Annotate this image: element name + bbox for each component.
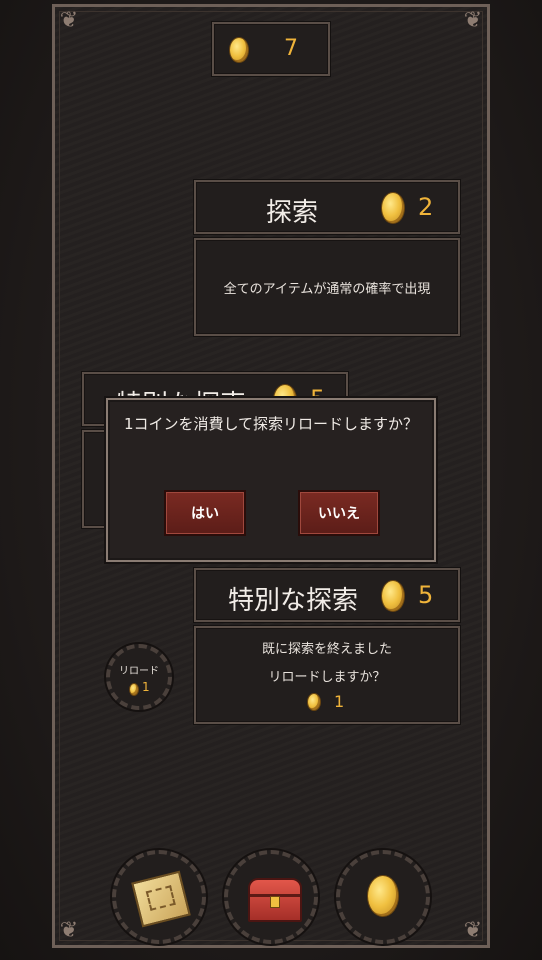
- corner-ornament-icon: ❦: [463, 8, 483, 33]
- corner-ornament-icon: ❦: [59, 918, 79, 943]
- coin-count: 7: [284, 36, 298, 61]
- map-scroll-icon: [131, 870, 191, 928]
- coin-icon: [382, 581, 404, 611]
- search-description: 全てのアイテムが通常の確率で出現: [223, 282, 431, 297]
- nav-chest-button[interactable]: [224, 850, 318, 944]
- nav-coin-button[interactable]: [336, 850, 430, 944]
- special-title: 特別な探索: [228, 586, 359, 616]
- yes-button[interactable]: はい: [164, 490, 246, 536]
- nav-map-button[interactable]: [112, 850, 206, 944]
- special-reload-cost: 1: [334, 692, 345, 711]
- reload-button[interactable]: リロード 1: [106, 644, 172, 710]
- search-title: 探索: [266, 198, 319, 228]
- search-cost: 2: [418, 193, 434, 221]
- search-card-header[interactable]: 探索 2: [194, 180, 460, 234]
- reload-confirm-dialog: 1コインを消費して探索リロードしますか？ はい いいえ: [106, 398, 436, 562]
- dialog-message: 1コインを消費して探索リロードしますか？: [123, 415, 419, 433]
- search-card-body[interactable]: 全てのアイテムが通常の確率で出現: [194, 238, 460, 336]
- reload-label: リロード: [119, 666, 159, 677]
- special-message-line1: 既に探索を終えました: [261, 642, 392, 657]
- special-message-line2: リロードしますか？: [268, 670, 386, 685]
- corner-ornament-icon: ❦: [59, 8, 79, 33]
- gold-coin-icon: [368, 876, 398, 916]
- special-card-body[interactable]: 既に探索を終えました リロードしますか？ 1: [194, 626, 460, 724]
- reload-cost: 1: [142, 680, 150, 694]
- treasure-chest-icon: [248, 878, 302, 922]
- special-cost: 5: [418, 581, 434, 609]
- special-card-header[interactable]: 特別な探索 5: [194, 568, 460, 622]
- coin-counter: 7: [212, 22, 330, 76]
- coin-icon: [308, 694, 320, 710]
- coin-icon: [130, 684, 138, 695]
- coin-icon: [230, 38, 248, 62]
- no-button[interactable]: いいえ: [298, 490, 380, 536]
- coin-icon: [382, 193, 404, 223]
- corner-ornament-icon: ❦: [463, 918, 483, 943]
